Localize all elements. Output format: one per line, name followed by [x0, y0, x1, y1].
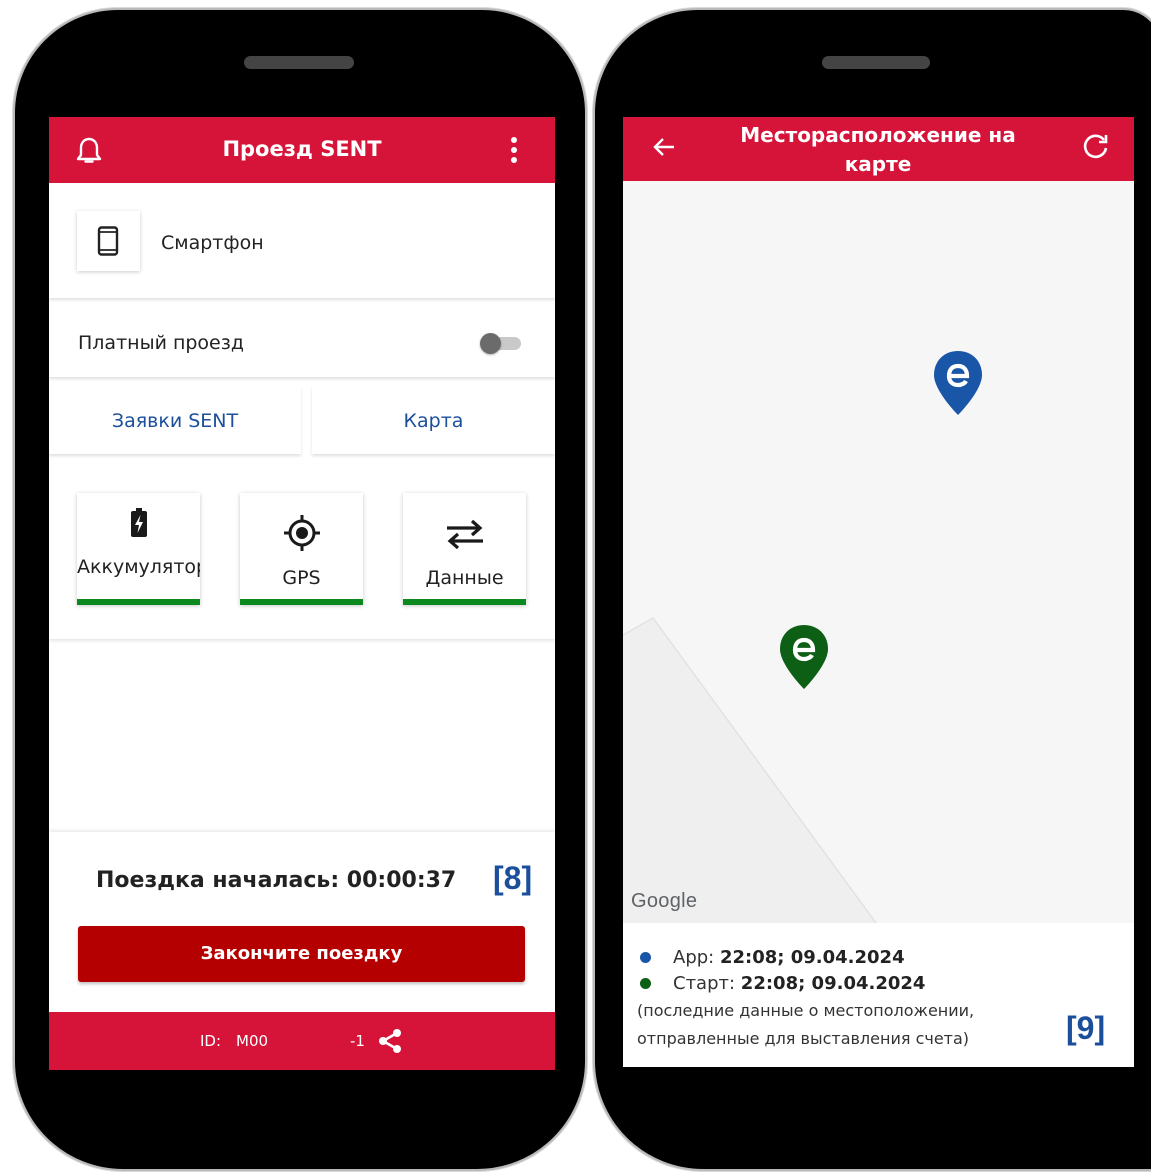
swap-arrows-icon [447, 519, 483, 549]
google-logo: Google [631, 890, 698, 912]
right-phone-speaker [822, 56, 930, 69]
legend-app-value: 22:08; 09.04.2024 [719, 947, 905, 968]
left-phone-speaker [244, 56, 354, 69]
left-phone-screen: Проезд SENT Смартфон Платный проезд Заяв… [49, 117, 555, 1070]
map-legend: App: 22:08; 09.04.2024 Старт: 22:08; 09.… [623, 923, 1134, 1067]
page-title: Проезд SENT [222, 137, 382, 161]
toll-label: Платный проезд [78, 332, 244, 354]
gps-target-icon [284, 515, 320, 551]
trip-panel [49, 832, 555, 1012]
bell-icon[interactable] [76, 136, 102, 166]
right-phone-screen: Месторасположение на карте Google App: 2… [623, 117, 1134, 1067]
status-data[interactable]: Данные [403, 493, 526, 605]
share-icon[interactable] [377, 1028, 403, 1054]
toll-card: Платный проезд [49, 310, 555, 377]
map-page-title: Месторасположение на карте [740, 123, 1016, 176]
left-app-bar: Проезд SENT [49, 117, 555, 183]
status-battery[interactable]: Аккумулятор [77, 493, 200, 605]
trip-status-text: Поездка началась: 00:00:37 [96, 868, 457, 893]
map-button[interactable]: Карта [312, 387, 555, 454]
requests-button[interactable]: Заявки SENT [49, 387, 301, 454]
legend-app-label: App: [673, 947, 715, 968]
footer-id-value: M00 [236, 1032, 269, 1050]
legend-start-dot [640, 978, 651, 989]
legend-app-row: App: 22:08; 09.04.2024 [673, 947, 905, 968]
figure-tag-8: [8] [493, 860, 533, 896]
refresh-icon[interactable] [1081, 132, 1111, 162]
more-vertical-icon[interactable] [509, 136, 519, 164]
status-bar-gps [240, 599, 363, 605]
device-icon-box [77, 211, 140, 271]
arrow-left-icon[interactable] [652, 136, 676, 158]
app-location-marker-icon[interactable] [932, 349, 984, 417]
status-bar-battery [77, 599, 200, 605]
status-bar-data [403, 599, 526, 605]
end-trip-button-label: Закончите поездку [200, 943, 403, 964]
end-trip-button[interactable]: Закончите поездку [78, 926, 525, 982]
toll-toggle-thumb [480, 333, 501, 354]
battery-charging-icon [131, 508, 147, 537]
left-footer: ID: M00 -1 [49, 1012, 555, 1070]
legend-note-line1: (последние данные о местоположении, [637, 1001, 975, 1020]
legend-start-label: Старт: [673, 973, 736, 994]
status-label-gps: GPS [282, 567, 321, 589]
legend-start-value: 22:08; 09.04.2024 [740, 973, 926, 994]
device-card: Смартфон [49, 183, 555, 298]
requests-button-label: Заявки SENT [111, 410, 239, 432]
smartphone-icon [97, 226, 119, 256]
status-gps[interactable]: GPS [240, 493, 363, 605]
footer-id-suffix: -1 [350, 1032, 365, 1050]
legend-app-dot [640, 952, 651, 963]
figure-tag-9: [9] [1066, 1010, 1106, 1046]
map-view[interactable]: Google [623, 181, 1134, 923]
status-label-data: Данные [425, 567, 504, 589]
right-app-bar: Месторасположение на карте [623, 117, 1134, 181]
legend-note-line2: отправленные для выставления счета) [637, 1029, 970, 1048]
device-label: Смартфон [161, 232, 264, 254]
start-location-marker-icon[interactable] [778, 623, 830, 691]
footer-id-label: ID: [200, 1032, 222, 1050]
legend-start-row: Старт: 22:08; 09.04.2024 [673, 973, 925, 994]
status-label-battery: Аккумулятор [77, 556, 200, 578]
map-button-label: Карта [403, 410, 464, 432]
toll-toggle[interactable] [480, 333, 521, 354]
map-terrain [623, 617, 877, 923]
